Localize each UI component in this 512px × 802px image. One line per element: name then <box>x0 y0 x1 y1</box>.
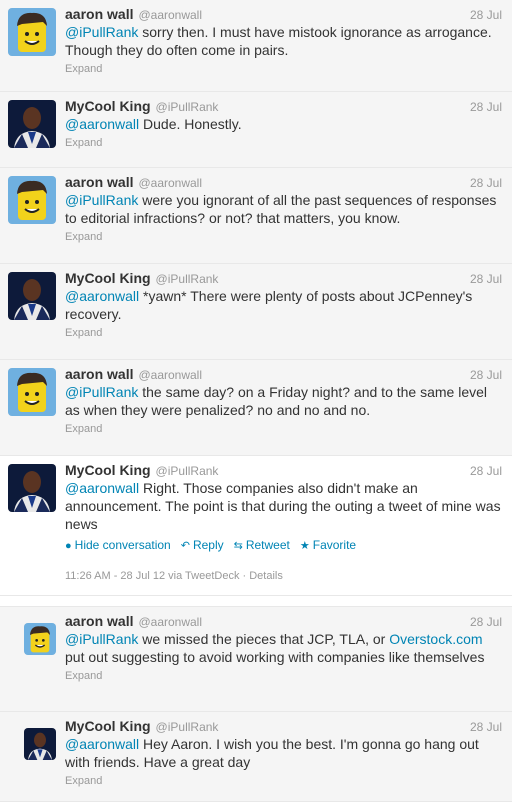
person-avatar[interactable] <box>24 728 56 760</box>
tweet-body: Dude. Honestly. <box>139 116 242 132</box>
tweet-date[interactable]: 28 Jul <box>470 615 502 629</box>
mention-link[interactable]: @iPullRank <box>65 384 138 400</box>
author-name[interactable]: aaron wall <box>65 613 133 629</box>
mention-link[interactable]: @aaronwall <box>65 736 139 752</box>
tweet[interactable]: aaron wall @aaronwall 28 Jul @iPullRank … <box>0 360 512 456</box>
tweet-text: @iPullRank sorry then. I must have misto… <box>65 23 502 59</box>
tweet-body-cont: put out suggesting to avoid working with… <box>65 649 485 665</box>
author-handle[interactable]: @aaronwall <box>138 368 202 382</box>
tweet-date[interactable]: 28 Jul <box>470 176 502 190</box>
tweet-date[interactable]: 28 Jul <box>470 8 502 22</box>
expand-link[interactable]: Expand <box>65 775 102 787</box>
person-avatar[interactable] <box>8 464 56 512</box>
author-name[interactable]: MyCool King <box>65 718 151 734</box>
tweet[interactable]: MyCool King @iPullRank 28 Jul @aaronwall… <box>0 92 512 168</box>
expand-link[interactable]: Expand <box>65 231 102 243</box>
lego-avatar[interactable] <box>8 8 56 56</box>
mention-link[interactable]: @iPullRank <box>65 192 138 208</box>
author-name[interactable]: aaron wall <box>65 174 133 190</box>
author-handle[interactable]: @iPullRank <box>156 100 219 114</box>
tweet-date[interactable]: 28 Jul <box>470 368 502 382</box>
author-name[interactable]: aaron wall <box>65 366 133 382</box>
mention-link[interactable]: @iPullRank <box>65 24 138 40</box>
author-handle[interactable]: @aaronwall <box>138 176 202 190</box>
reply-button[interactable]: ↶ Reply <box>181 538 224 552</box>
tweet-text: @iPullRank we missed the pieces that JCP… <box>65 630 502 666</box>
tweet-text: @aaronwall Dude. Honestly. <box>65 115 502 133</box>
author-name[interactable]: MyCool King <box>65 462 151 478</box>
tweet[interactable]: aaron wall @aaronwall 28 Jul @iPullRank … <box>0 0 512 92</box>
tweet-date[interactable]: 28 Jul <box>470 464 502 478</box>
retweet-button[interactable]: ⇆ Retweet <box>234 538 290 552</box>
author-handle[interactable]: @aaronwall <box>138 615 202 629</box>
author-handle[interactable]: @iPullRank <box>156 272 219 286</box>
url-link[interactable]: Overstock.com <box>389 631 482 647</box>
retweet-icon: ⇆ <box>233 540 243 552</box>
tweet-text: @iPullRank were you ignorant of all the … <box>65 191 502 227</box>
person-avatar[interactable] <box>8 272 56 320</box>
thread-divider <box>0 596 512 606</box>
mention-link[interactable]: @aaronwall <box>65 480 139 496</box>
reply-tweet[interactable]: MyCool King @iPullRank 28 Jul @aaronwall… <box>0 712 512 802</box>
lego-avatar[interactable] <box>8 368 56 416</box>
expand-link[interactable]: Expand <box>65 63 102 75</box>
speech-bubble-icon: ● <box>65 540 72 552</box>
reply-arrow-icon: ↶ <box>180 540 190 552</box>
tweet-date[interactable]: 28 Jul <box>470 272 502 286</box>
author-name[interactable]: aaron wall <box>65 6 133 22</box>
author-handle[interactable]: @iPullRank <box>156 464 219 478</box>
lego-avatar[interactable] <box>8 176 56 224</box>
tweet[interactable]: aaron wall @aaronwall 28 Jul @iPullRank … <box>0 168 512 264</box>
person-avatar[interactable] <box>8 100 56 148</box>
expand-link[interactable]: Expand <box>65 423 102 435</box>
mention-link[interactable]: @iPullRank <box>65 631 138 647</box>
tweet-text: @iPullRank the same day? on a Friday nig… <box>65 383 502 419</box>
author-name[interactable]: MyCool King <box>65 98 151 114</box>
tweet[interactable]: MyCool King @iPullRank 28 Jul @aaronwall… <box>0 264 512 360</box>
conversation-timeline: aaron wall @aaronwall 28 Jul @iPullRank … <box>0 0 512 802</box>
tweet-text: @aaronwall Right. Those companies also d… <box>65 479 502 533</box>
mention-link[interactable]: @aaronwall <box>65 116 139 132</box>
tweet-body: we missed the pieces that JCP, TLA, or <box>138 631 390 647</box>
tweet-date[interactable]: 28 Jul <box>470 720 502 734</box>
expand-link[interactable]: Expand <box>65 137 102 149</box>
tweet-date[interactable]: 28 Jul <box>470 100 502 114</box>
favorite-button[interactable]: ★ Favorite <box>300 538 356 552</box>
tweet-actions: ● Hide conversation ↶ Reply ⇆ Retweet ★ Favo… <box>65 538 502 552</box>
lego-avatar[interactable] <box>24 623 56 655</box>
tweet-text: @aaronwall *yawn* There were plenty of p… <box>65 287 502 323</box>
author-handle[interactable]: @aaronwall <box>138 8 202 22</box>
author-handle[interactable]: @iPullRank <box>156 720 219 734</box>
expand-link[interactable]: Expand <box>65 327 102 339</box>
star-icon: ★ <box>299 540 310 552</box>
hide-conversation-button[interactable]: ● Hide conversation <box>65 538 171 552</box>
tweet-meta[interactable]: 11:26 AM - 28 Jul 12 via TweetDeck · Det… <box>65 570 502 582</box>
author-name[interactable]: MyCool King <box>65 270 151 286</box>
expand-link[interactable]: Expand <box>65 670 102 682</box>
mention-link[interactable]: @aaronwall <box>65 288 139 304</box>
reply-tweet[interactable]: aaron wall @aaronwall 28 Jul @iPullRank … <box>0 606 512 712</box>
tweet-expanded[interactable]: MyCool King @iPullRank 28 Jul @aaronwall… <box>0 456 512 596</box>
tweet-text: @aaronwall Hey Aaron. I wish you the bes… <box>65 735 502 771</box>
